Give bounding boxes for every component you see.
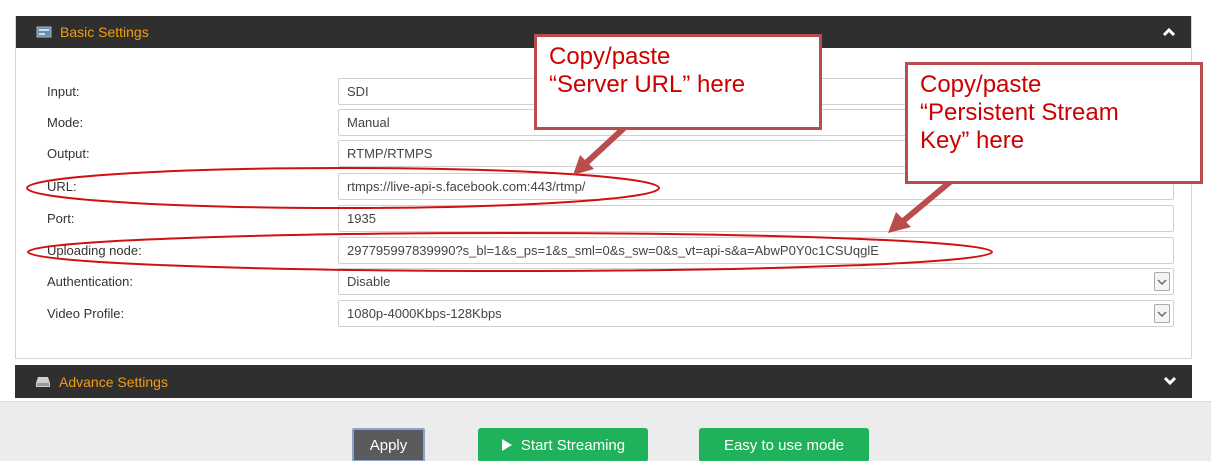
stream-key-callout-line-3: Key” here [920, 127, 1025, 154]
input-label: Input: [47, 84, 80, 99]
video-profile-label: Video Profile: [47, 306, 125, 321]
apply-button-label: Apply [369, 436, 408, 454]
apply-button[interactable]: Apply [352, 428, 425, 461]
advance-settings-title: Advance Settings [59, 373, 168, 390]
action-bar: Apply Start Streaming Easy to use mode [0, 401, 1211, 461]
uploading-node-label: Uploading node: [47, 243, 142, 258]
settings-row-uploading-node: Uploading node: 297795997839990?s_bl=1&s… [16, 237, 1191, 265]
chevron-down-icon[interactable] [1154, 304, 1170, 323]
settings-panel-icon [36, 26, 52, 38]
server-url-callout-line-1: Copy/paste [549, 43, 671, 70]
port-field[interactable]: 1935 [338, 205, 1174, 232]
chevron-down-icon[interactable] [1162, 373, 1178, 389]
chevron-up-icon[interactable] [1161, 24, 1177, 40]
input-value: SDI [347, 84, 369, 99]
authentication-value: Disable [347, 274, 391, 289]
authentication-label: Authentication: [47, 274, 134, 289]
settings-row-authentication: Authentication: Disable [16, 268, 1191, 296]
mode-label: Mode: [47, 115, 84, 130]
start-streaming-label: Start Streaming [520, 436, 626, 454]
server-url-callout: Copy/paste “Server URL” here [534, 34, 822, 130]
start-streaming-button[interactable]: Start Streaming [478, 428, 648, 461]
stream-key-callout-line-1: Copy/paste [920, 71, 1042, 98]
url-label: URL: [47, 179, 77, 194]
uploading-node-field[interactable]: 297795997839990?s_bl=1&s_ps=1&s_sml=0&s_… [338, 237, 1174, 264]
port-label: Port: [47, 211, 75, 226]
output-label: Output: [47, 146, 90, 161]
stream-key-callout-line-2: “Persistent Stream [920, 99, 1119, 126]
easy-mode-button[interactable]: Easy to use mode [699, 428, 869, 461]
advance-settings-panel: Advance Settings [15, 365, 1192, 398]
chevron-down-icon[interactable] [1154, 272, 1170, 291]
video-profile-value: 1080p-4000Kbps-128Kbps [347, 306, 502, 321]
server-url-callout-line-2: “Server URL” here [549, 71, 746, 98]
settings-row-video-profile: Video Profile: 1080p-4000Kbps-128Kbps [16, 300, 1191, 328]
mode-value: Manual [347, 115, 390, 130]
url-value: rtmps://live-api-s.facebook.com:443/rtmp… [347, 179, 586, 194]
advance-settings-header[interactable]: Advance Settings [15, 365, 1192, 398]
drive-icon [36, 376, 50, 387]
basic-settings-title: Basic Settings [60, 24, 149, 40]
stream-key-callout: Copy/paste “Persistent Stream Key” here [905, 62, 1203, 184]
uploading-node-value: 297795997839990?s_bl=1&s_ps=1&s_sml=0&s_… [347, 243, 879, 258]
easy-mode-label: Easy to use mode [723, 436, 845, 454]
settings-row-port: Port: 1935 [16, 205, 1191, 233]
port-value: 1935 [347, 211, 376, 226]
authentication-select[interactable]: Disable [338, 268, 1174, 295]
output-value: RTMP/RTMPS [347, 146, 433, 161]
play-icon [501, 439, 512, 451]
video-profile-select[interactable]: 1080p-4000Kbps-128Kbps [338, 300, 1174, 327]
